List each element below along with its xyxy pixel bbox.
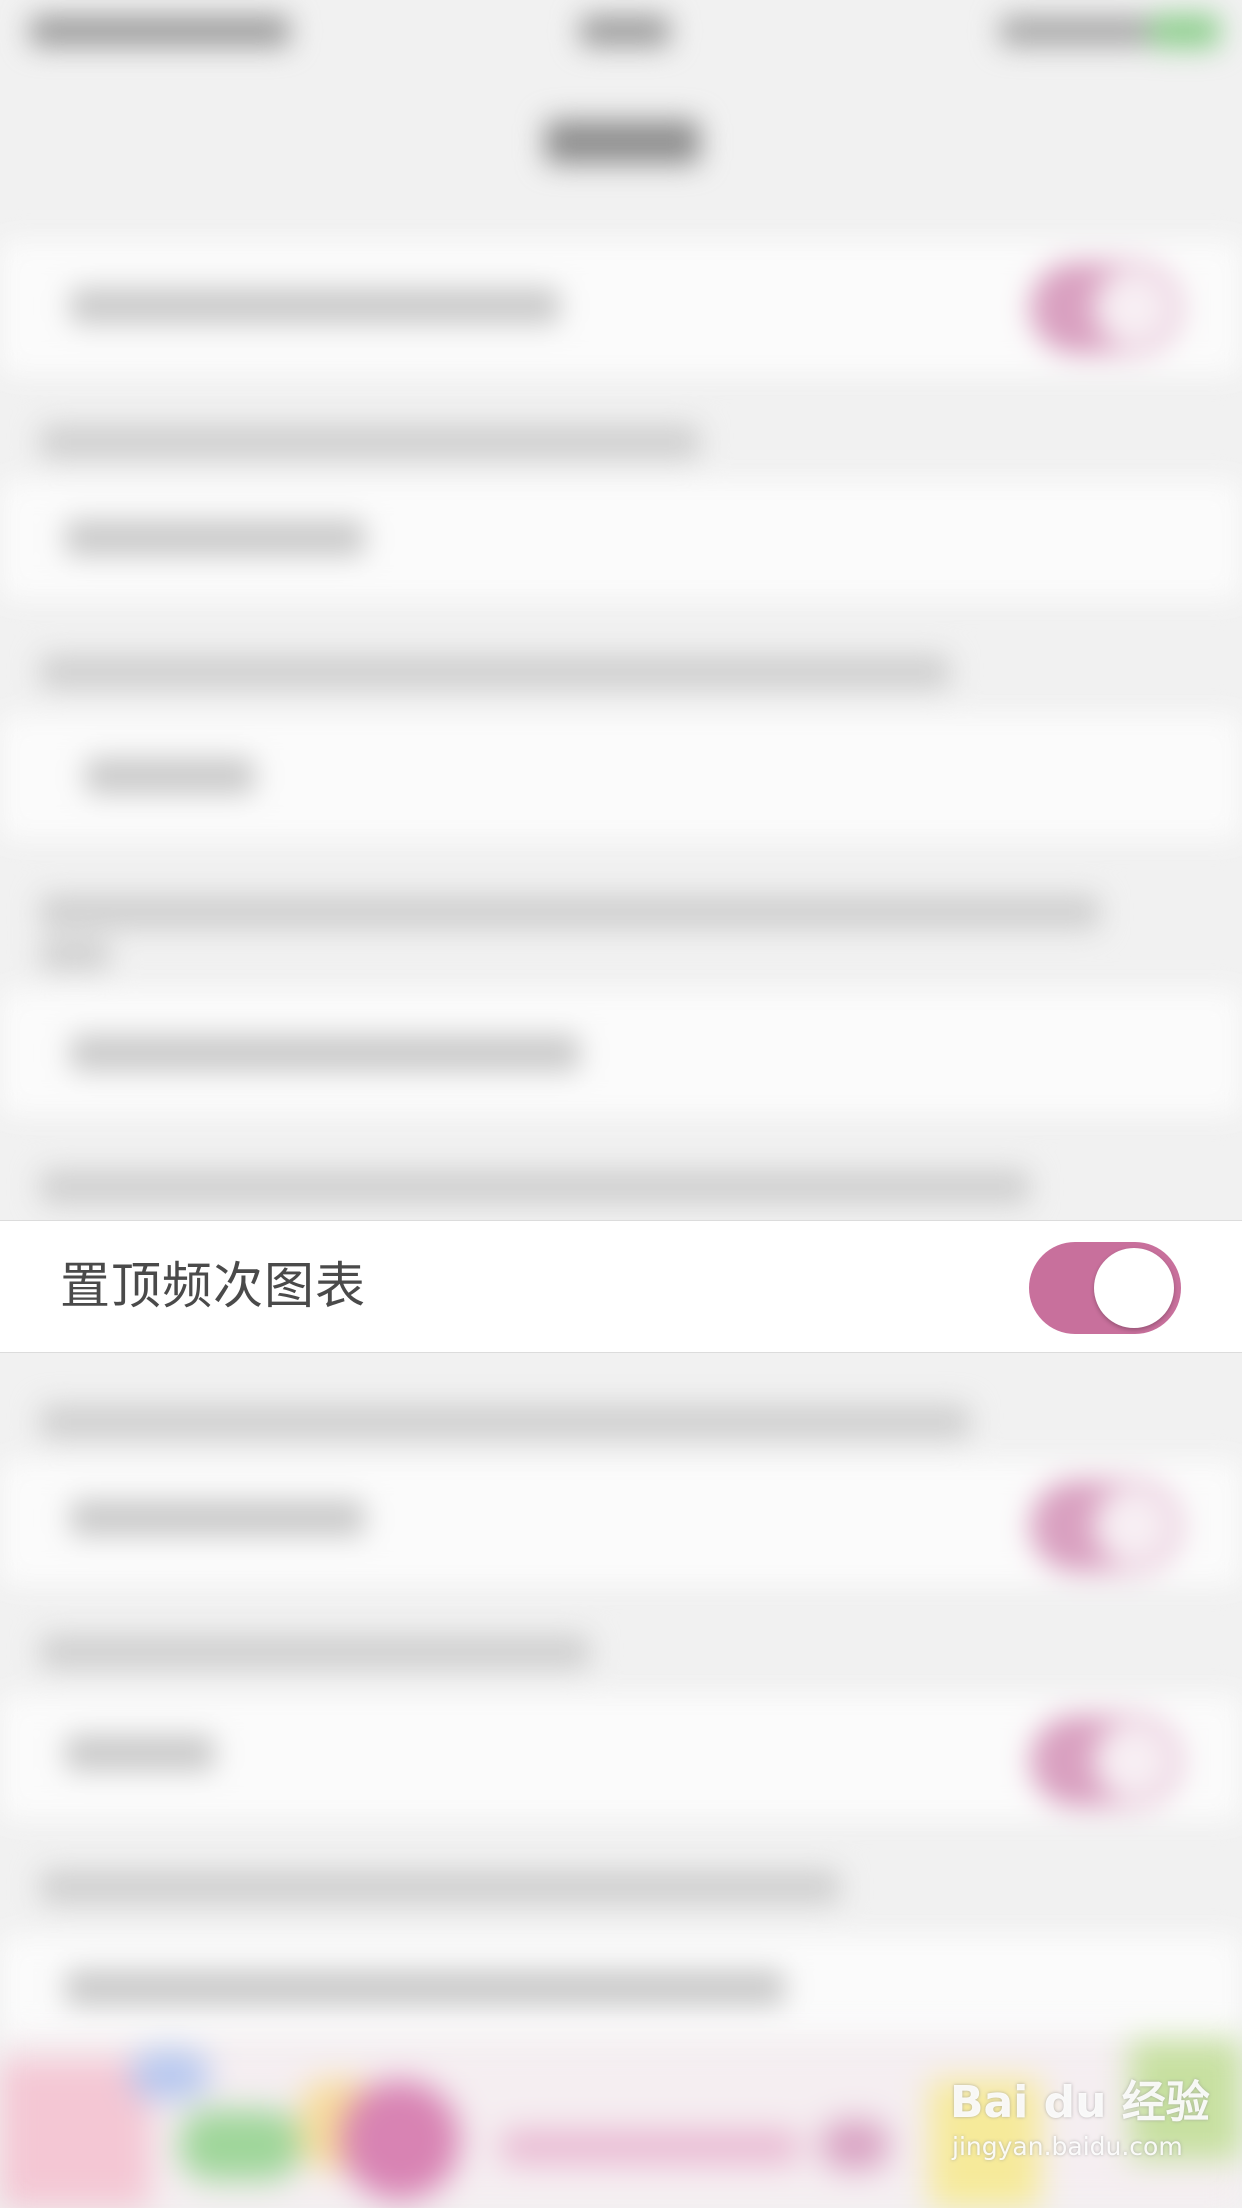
- section-header: [40, 1170, 1030, 1204]
- section-header: [40, 1635, 590, 1669]
- section-header: [40, 940, 110, 970]
- banner-color-block: [180, 2110, 300, 2180]
- status-bar-battery-level: [1150, 14, 1220, 48]
- section-header: [40, 655, 950, 689]
- status-bar-battery: [1000, 16, 1150, 46]
- watermark-logo: Bai du 经验: [950, 2077, 1210, 2128]
- toggle-knob: [1094, 1248, 1174, 1328]
- pin-frequency-chart-row[interactable]: 置顶频次图表: [0, 1220, 1242, 1353]
- banner-color-block: [820, 2120, 890, 2170]
- status-bar-time: [580, 16, 670, 46]
- banner-color-block: [130, 2050, 210, 2100]
- nav-title: [545, 120, 700, 164]
- section-header: [40, 1870, 840, 1904]
- blurred-background: [0, 0, 1242, 2208]
- section-header: [40, 895, 1100, 929]
- banner-color-block: [0, 2060, 150, 2208]
- settings-row-label: [85, 758, 255, 794]
- settings-row-label: [70, 1035, 580, 1071]
- pin-frequency-chart-label: 置顶频次图表: [60, 1257, 366, 1315]
- banner-color-block: [340, 2080, 460, 2200]
- settings-row-label: [70, 288, 560, 324]
- banner-color-block: [500, 2130, 800, 2164]
- baidu-jingyan-watermark: Bai du 经验 jingyan.baidu.com: [950, 2066, 1230, 2186]
- pin-frequency-chart-toggle[interactable]: [1029, 1242, 1181, 1334]
- settings-row-toggle: [1030, 262, 1180, 354]
- settings-row-label: [65, 1970, 785, 2006]
- watermark-url: jingyan.baidu.com: [952, 2132, 1183, 2161]
- status-bar-carrier: [30, 16, 290, 46]
- settings-row-toggle: [1030, 1480, 1180, 1572]
- settings-row-label: [65, 520, 365, 556]
- section-header: [40, 1405, 970, 1439]
- settings-row-label: [70, 1500, 365, 1536]
- settings-row-label: [65, 1735, 215, 1771]
- section-header: [40, 425, 700, 459]
- settings-row-toggle: [1030, 1715, 1180, 1807]
